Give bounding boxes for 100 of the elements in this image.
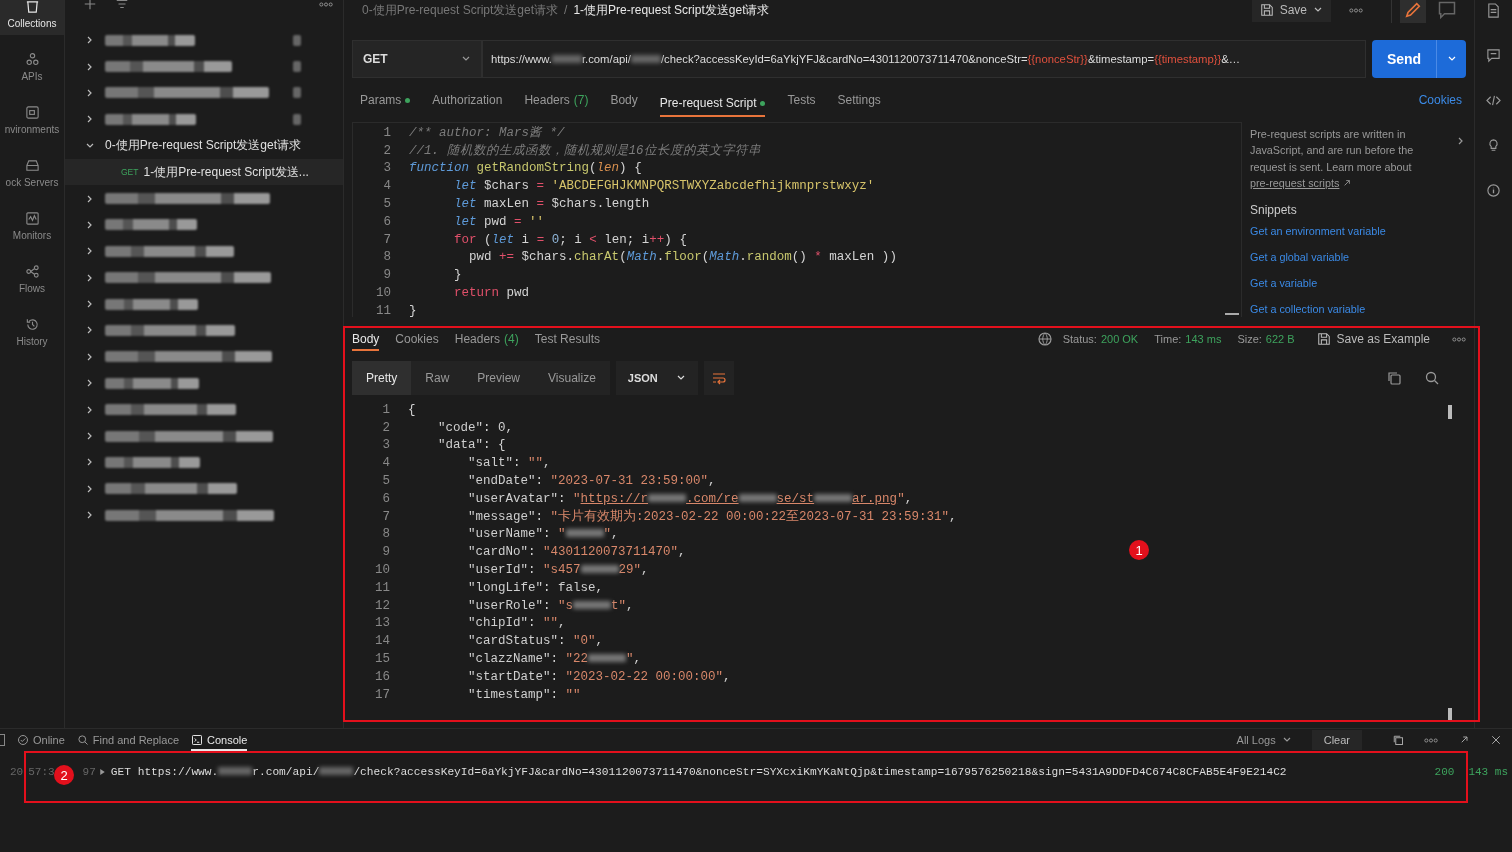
- server-icon: [24, 157, 40, 173]
- log-entry[interactable]: GET https://www. r.com/api/ /check?accessKeyId=6aYkjYFJ&cardNo=4301120073711470&nonceStr=SYXcxiKmYKaNtQjp&timestamp=1679576250218&sign=5431A9DDFD4C674C8CFAB5E4F9E214C2: [110, 766, 1287, 778]
- blurred-item[interactable]: [105, 87, 269, 99]
- code-line: "cardStatus": "0",: [467, 634, 604, 649]
- copy-icon[interactable]: [1386, 370, 1402, 386]
- request-tab[interactable]: Authorization: [432, 78, 503, 122]
- request-tab[interactable]: Headers (7): [524, 78, 589, 122]
- expand-arrow-icon[interactable]: [99, 769, 105, 775]
- blurred-item[interactable]: [105, 483, 237, 495]
- more-icon[interactable]: [1452, 336, 1466, 342]
- scrollbar-thumb[interactable]: [1448, 708, 1452, 722]
- snippet-link[interactable]: Get a collection variable: [1250, 303, 1466, 317]
- document-icon[interactable]: [1486, 3, 1501, 18]
- line-number: 3: [382, 161, 391, 176]
- request-item[interactable]: GET 1-使用Pre-request Script发送...: [65, 158, 343, 186]
- lightbulb-icon[interactable]: [1486, 138, 1501, 153]
- more-icon[interactable]: [1424, 737, 1438, 743]
- breadcrumb-link[interactable]: 0-使用Pre-request Script发送get请求: [362, 1, 559, 19]
- status-bar-item[interactable]: Find and Replace: [76, 729, 180, 751]
- snippet-link[interactable]: Get a global variable: [1250, 251, 1466, 278]
- view-tab[interactable]: Preview: [463, 361, 535, 395]
- blurred-item[interactable]: [105, 61, 232, 73]
- blurred-item[interactable]: [105, 34, 195, 46]
- method-dropdown[interactable]: GET: [352, 40, 482, 78]
- view-tab[interactable]: Raw: [411, 361, 464, 395]
- view-tab[interactable]: Visualize: [534, 361, 610, 395]
- info-icon[interactable]: [1486, 183, 1501, 198]
- add-icon[interactable]: [83, 0, 97, 11]
- blurred-item[interactable]: [105, 456, 200, 468]
- line-number: 11: [374, 580, 390, 595]
- blurred-item[interactable]: [105, 377, 199, 389]
- snippet-link[interactable]: Get an environment variable: [1250, 225, 1466, 252]
- nav-item[interactable]: ock Servers: [0, 151, 64, 194]
- nav-item[interactable]: History: [0, 310, 64, 353]
- nav-item[interactable]: Flows: [0, 257, 64, 300]
- globe-icon[interactable]: [1036, 331, 1053, 347]
- folder-name[interactable]: 0-使用Pre-request Script发送get请求: [105, 137, 302, 155]
- code-line: return pwd: [453, 286, 530, 301]
- more-icon[interactable]: [319, 1, 333, 7]
- snippet-link[interactable]: Get a variable: [1250, 277, 1466, 304]
- check-circle-icon: [17, 734, 29, 746]
- flow-icon: [24, 263, 40, 279]
- log-filter-dropdown[interactable]: All Logs: [1236, 734, 1292, 746]
- close-icon[interactable]: [1490, 734, 1502, 746]
- response-tab[interactable]: Cookies: [395, 327, 439, 351]
- blurred-item[interactable]: [105, 325, 235, 336]
- edit-icon[interactable]: [1400, 0, 1426, 23]
- log-duration: 143 ms: [1468, 766, 1508, 778]
- blurred-item[interactable]: [105, 351, 272, 363]
- nav-item[interactable]: Collections: [0, 0, 64, 35]
- comment-icon[interactable]: [1486, 48, 1501, 63]
- blurred-item[interactable]: [105, 245, 234, 257]
- send-button[interactable]: Send: [1372, 40, 1436, 78]
- format-dropdown[interactable]: JSON: [615, 361, 698, 395]
- blurred-item[interactable]: [105, 430, 273, 442]
- search-icon[interactable]: [1424, 370, 1440, 386]
- annotation-badge: 2: [54, 765, 74, 785]
- request-tab[interactable]: Settings: [837, 78, 881, 122]
- blurred-item[interactable]: [105, 219, 197, 231]
- more-icon[interactable]: [1349, 7, 1363, 13]
- scrollbar-thumb[interactable]: [1225, 313, 1239, 315]
- copy-icon[interactable]: [1392, 734, 1404, 746]
- status-bar-item[interactable]: Online: [17, 729, 65, 751]
- view-tab[interactable]: Pretty: [352, 361, 412, 395]
- trash-can-icon: [24, 0, 40, 14]
- nav-item[interactable]: nvironments: [0, 98, 64, 141]
- blurred-item[interactable]: [105, 298, 198, 310]
- line-number: 16: [374, 669, 390, 684]
- clear-button[interactable]: Clear: [1311, 730, 1362, 750]
- scrollbar-thumb[interactable]: [1448, 405, 1452, 419]
- blurred-item[interactable]: [105, 193, 270, 205]
- url-field[interactable]: https://www. r.com/api/ /check?accessKeyId=6aYkjYFJ&cardNo=4301120073711470&nonceStr={{nonceStr}}&timestamp={{timestamp}}&…: [482, 40, 1366, 78]
- nav-item[interactable]: APIs: [0, 45, 64, 88]
- line-number: 1: [382, 125, 391, 140]
- panel-icon[interactable]: [0, 734, 5, 746]
- blurred-mark: [293, 113, 301, 125]
- nav-item[interactable]: Monitors: [0, 204, 64, 247]
- response-tab[interactable]: Headers (4): [454, 327, 519, 351]
- blurred-item[interactable]: [105, 509, 274, 521]
- request-tab[interactable]: Body: [610, 78, 638, 122]
- line-number: 2: [381, 420, 390, 435]
- line-number: 10: [375, 286, 391, 301]
- blurred-item[interactable]: [105, 404, 236, 416]
- save-button[interactable]: Save: [1251, 0, 1331, 22]
- save-example-button[interactable]: Save as Example: [1310, 331, 1436, 347]
- request-tab[interactable]: Pre-request Script: [659, 89, 766, 117]
- response-tab[interactable]: Test Results: [534, 327, 601, 351]
- docs-link[interactable]: pre-request scripts: [1250, 176, 1340, 189]
- code-line: function getRandomString(len) {: [409, 161, 642, 176]
- request-tab[interactable]: Tests: [787, 78, 816, 122]
- code-icon[interactable]: [1486, 93, 1501, 108]
- response-tab[interactable]: Body: [352, 327, 380, 351]
- blurred-item[interactable]: [105, 113, 196, 125]
- request-tab[interactable]: Params: [360, 78, 411, 122]
- status-bar-item[interactable]: Console: [191, 729, 248, 751]
- wrap-button[interactable]: [703, 361, 734, 395]
- cookies-link[interactable]: Cookies: [1418, 93, 1462, 107]
- blurred-item[interactable]: [105, 272, 271, 284]
- filter-icon[interactable]: [115, 0, 129, 11]
- log-time: 20: [10, 766, 24, 778]
